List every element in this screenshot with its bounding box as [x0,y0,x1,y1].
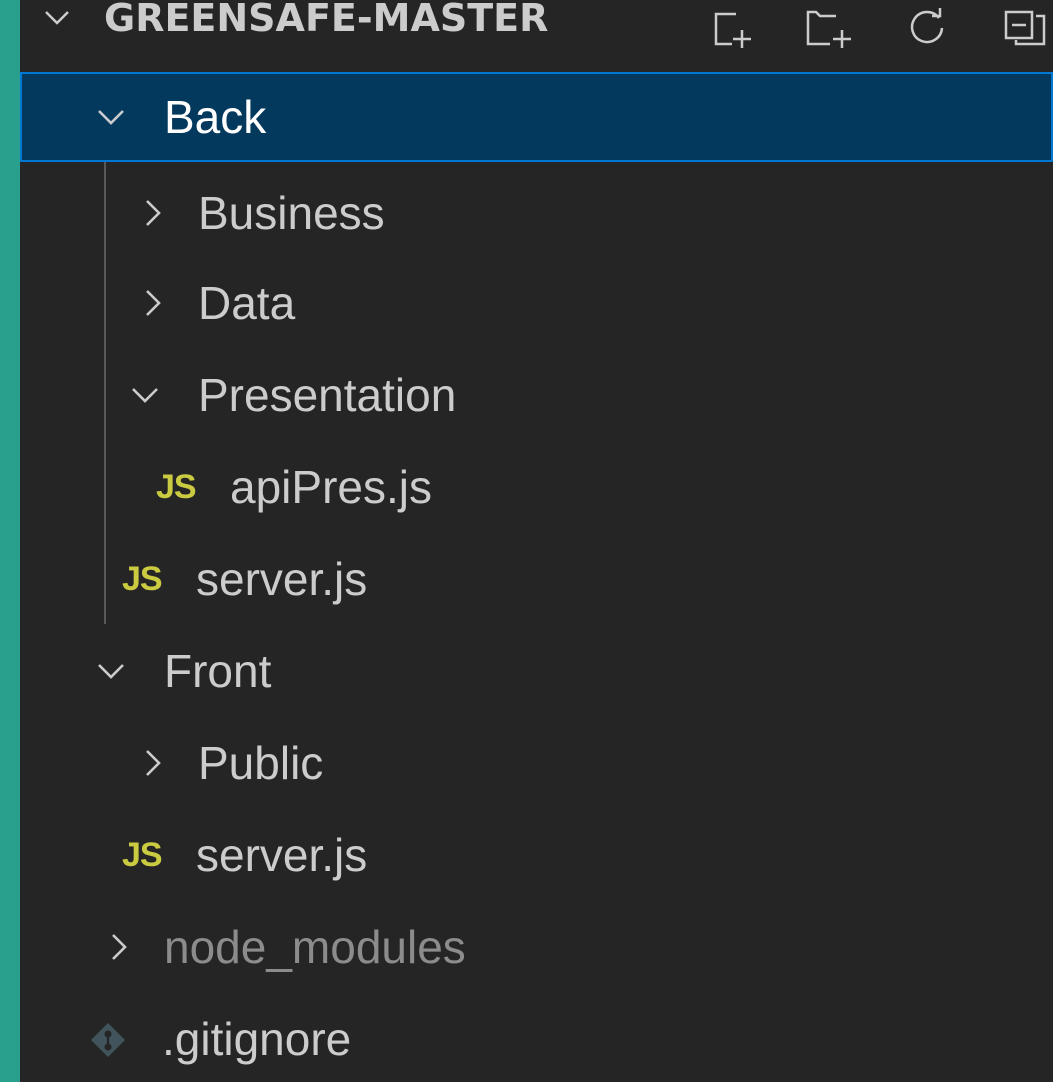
chevron-right-icon [146,200,161,226]
tree-item-front[interactable]: Front [20,626,1053,716]
refresh-icon[interactable] [902,2,952,52]
tree-item-label: Public [198,737,324,789]
tree-item-front-server-js[interactable]: JS server.js [20,810,1053,900]
new-file-icon[interactable] [706,2,756,52]
javascript-file-icon: JS [156,468,197,506]
tree-item-label: Presentation [198,369,457,421]
chevron-down-icon [132,388,158,403]
javascript-file-icon: JS [122,836,163,874]
tree-item-label: Front [164,645,272,697]
tree-item-label: .gitignore [162,1013,352,1065]
new-folder-icon[interactable] [804,2,854,52]
tree-item-label: node_modules [164,921,466,973]
chevron-right-icon [146,290,161,316]
tree-item-node-modules[interactable]: node_modules [20,902,1053,992]
chevron-right-icon [146,750,161,776]
tree-item-business[interactable]: Business [20,168,1053,258]
chevron-down-icon [98,664,124,679]
javascript-file-icon: JS [122,560,163,598]
chevron-right-icon [112,934,127,960]
tree-item-public[interactable]: Public [20,718,1053,808]
tree-item-apipres-js[interactable]: JS apiPres.js [20,442,1053,532]
tree-item-back-server-js[interactable]: JS server.js [20,534,1053,624]
tree-item-back[interactable]: Back [20,72,1053,162]
tree-item-gitignore[interactable]: .gitignore [20,994,1053,1082]
workspace-title: GREENSAFE-MASTER [104,0,549,40]
chevron-down-icon[interactable] [42,2,72,32]
tree-item-label: Data [198,277,296,329]
tree-item-label: apiPres.js [230,461,432,513]
tree-item-presentation[interactable]: Presentation [20,350,1053,440]
explorer-panel: GREENSAFE-MASTER Back Business Data Pres… [20,0,1053,1082]
tree-item-label: server.js [196,829,368,881]
chevron-down-icon [98,110,124,125]
git-file-icon [91,1023,125,1057]
tree-item-label: server.js [196,553,368,605]
tree-item-data[interactable]: Data [20,258,1053,348]
explorer-header[interactable]: GREENSAFE-MASTER [20,0,1053,70]
collapse-all-icon[interactable] [1000,2,1050,52]
tree-item-label: Back [164,91,267,143]
tree-item-label: Business [198,187,385,239]
